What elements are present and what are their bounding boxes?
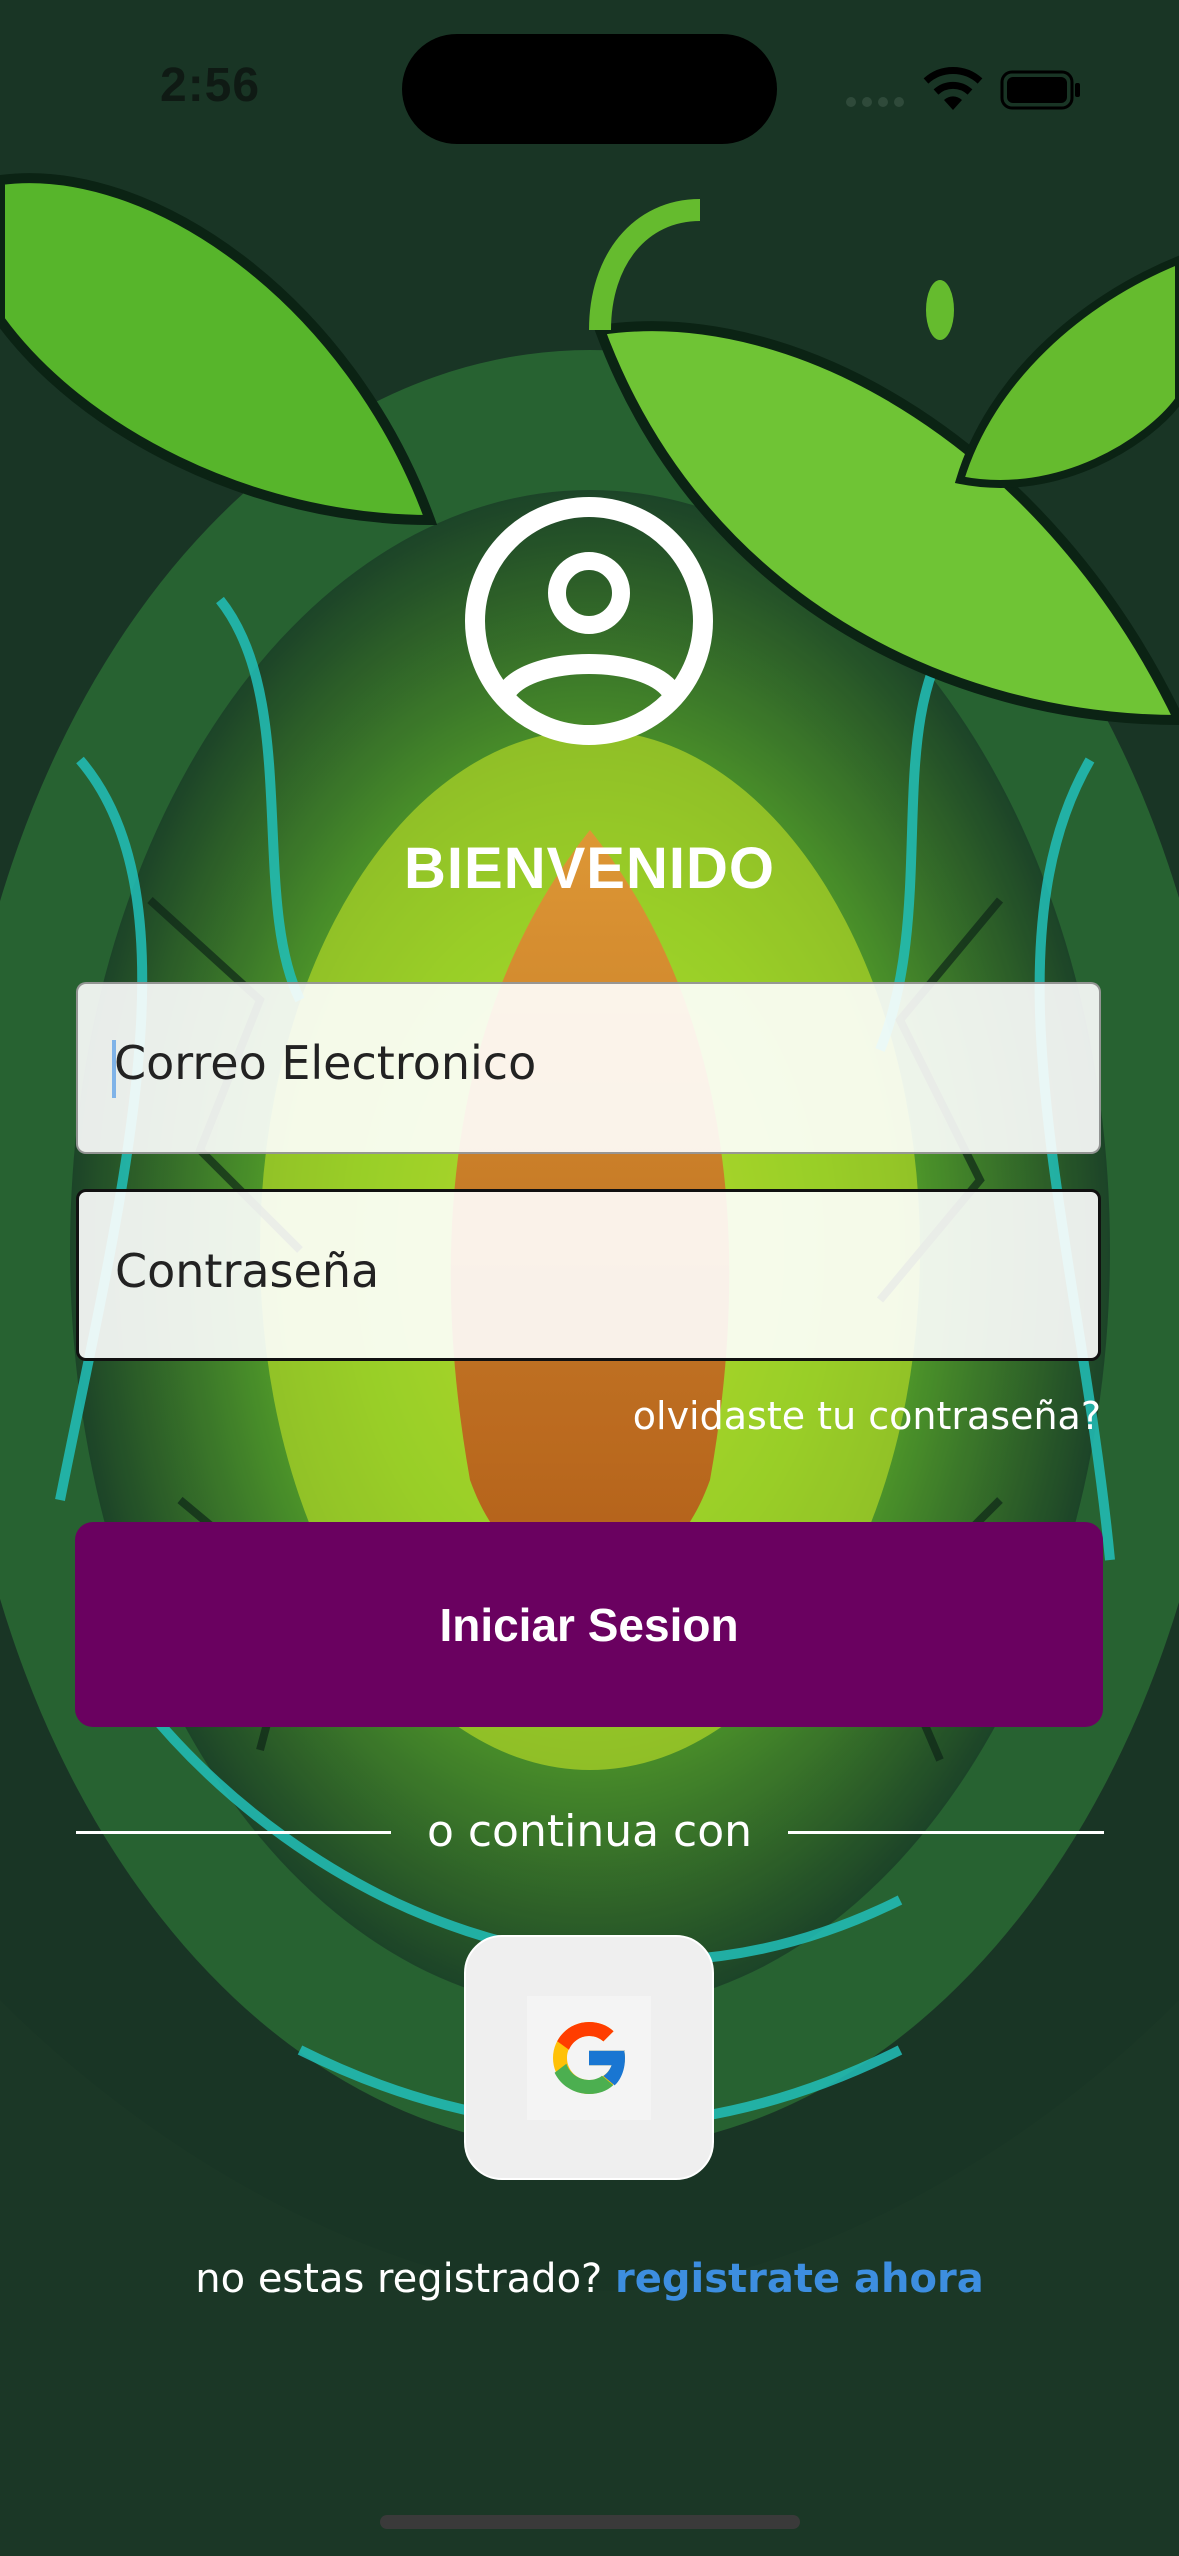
- wifi-icon: [923, 67, 983, 110]
- forgot-password-link[interactable]: olvidaste tu contraseña?: [633, 1394, 1101, 1438]
- status-time: 2:56: [160, 59, 261, 112]
- google-icon: [553, 2021, 629, 2094]
- password-field[interactable]: Contraseña: [76, 1189, 1101, 1361]
- home-indicator[interactable]: [380, 2515, 800, 2529]
- password-placeholder: Contraseña: [115, 1244, 380, 1298]
- user-avatar-icon: [465, 497, 713, 745]
- register-row: no estas registrado? registrate ahora: [0, 2256, 1179, 2302]
- google-logo-tile: [527, 1995, 651, 2120]
- dynamic-island: [402, 34, 777, 144]
- email-placeholder: Correo Electronico: [114, 1036, 537, 1090]
- google-login-button[interactable]: [464, 1935, 714, 2180]
- register-link[interactable]: registrate ahora: [615, 2256, 984, 2302]
- welcome-title: BIENVENIDO: [404, 836, 775, 901]
- email-field[interactable]: Correo Electronico: [76, 982, 1101, 1154]
- cellular-signal-icon: [846, 97, 904, 107]
- divider-line-right: [788, 1831, 1104, 1834]
- register-prompt: no estas registrado?: [195, 2256, 603, 2302]
- login-button[interactable]: Iniciar Sesion: [75, 1522, 1103, 1727]
- battery-icon: [1000, 70, 1080, 110]
